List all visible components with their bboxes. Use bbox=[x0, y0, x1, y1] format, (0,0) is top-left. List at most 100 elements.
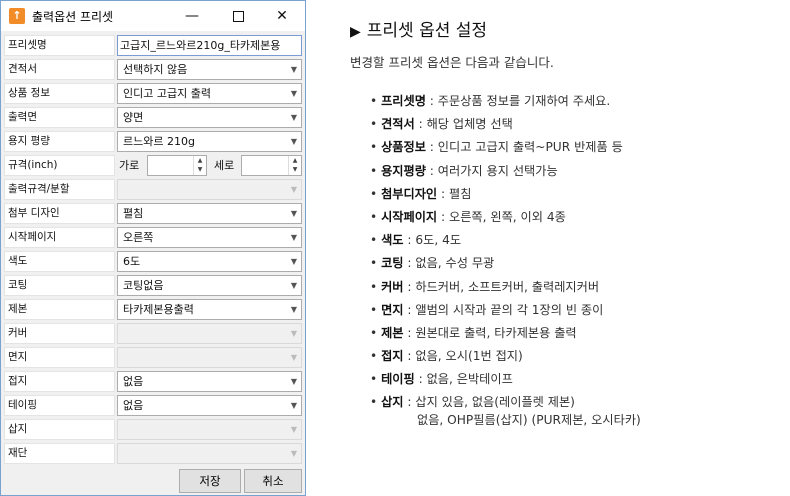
attach-design-select[interactable]: 펼침 ▼ bbox=[117, 203, 302, 224]
item-text: : 원본대로 출력, 타카제본용 출력 bbox=[403, 325, 577, 340]
product-info-value: 인디고 고급지 출력 bbox=[123, 87, 211, 100]
height-spinner[interactable]: ▲ ▼ bbox=[241, 155, 302, 176]
item-text: : 주문상품 정보를 기재하여 주세요. bbox=[425, 94, 611, 108]
chevron-down-icon: ▼ bbox=[290, 281, 297, 290]
chevron-down-icon: ▼ bbox=[290, 257, 297, 266]
endpaper-label: 면지 bbox=[4, 347, 115, 368]
print-side-value: 양면 bbox=[123, 111, 144, 124]
preset-name-input[interactable]: 고급지_르느와르210g_타카제본용 bbox=[117, 35, 302, 56]
cover-select[interactable]: ▼ bbox=[117, 323, 302, 344]
save-button[interactable]: 저장 bbox=[179, 469, 241, 493]
trim-select[interactable]: ▼ bbox=[117, 443, 302, 464]
height-label: 세로 bbox=[214, 159, 235, 172]
item-text: : 앨범의 시작과 끝의 각 1장의 빈 종이 bbox=[403, 302, 604, 317]
app-icon: ↑ bbox=[9, 8, 25, 24]
chevron-down-icon: ▼ bbox=[290, 233, 297, 242]
item-text: : 펼침 bbox=[437, 186, 472, 201]
list-item: • 프리셋명 : 주문상품 정보를 기재하여 주세요. bbox=[370, 94, 611, 108]
item-name: 삽지 bbox=[381, 395, 404, 410]
attach-design-label: 첨부 디자인 bbox=[4, 203, 115, 224]
chevron-down-icon: ▼ bbox=[290, 89, 297, 98]
item-name: 제본 bbox=[381, 325, 404, 340]
start-page-select[interactable]: 오른쪽 ▼ bbox=[117, 227, 302, 248]
preset-name-label: 프리셋명 bbox=[4, 35, 115, 56]
color-select[interactable]: 6도 ▼ bbox=[117, 251, 302, 272]
insert-label: 삽지 bbox=[4, 419, 115, 440]
binding-select[interactable]: 타카제본용출력 ▼ bbox=[117, 299, 302, 320]
insert-select[interactable]: ▼ bbox=[117, 419, 302, 440]
row-coating: 코팅 코팅없음 ▼ bbox=[4, 275, 302, 296]
list-item: • 시작페이지 : 오른쪽, 왼쪽, 이외 4종 bbox=[370, 209, 566, 224]
chevron-down-icon: ▼ bbox=[290, 353, 297, 362]
option-list: • 프리셋명 : 주문상품 정보를 기재하여 주세요. • 견적서 : 해당 업… bbox=[370, 90, 780, 415]
item-text: : 인디고 고급지 출력~PUR 반제품 등 bbox=[425, 140, 623, 155]
quote-value: 선택하지 않음 bbox=[123, 63, 188, 76]
item-name: 색도 bbox=[381, 233, 404, 248]
list-item: • 커버 : 하드커버, 소프트커버, 출력레지커버 bbox=[370, 279, 600, 294]
row-output-split: 출력규격/분할 ▼ bbox=[4, 179, 302, 200]
item-name: 코팅 bbox=[381, 256, 404, 271]
item-text: : 없음, 수성 무광 bbox=[403, 256, 495, 271]
window-title: 출력옵션 프리셋 bbox=[32, 9, 114, 24]
cancel-button[interactable]: 취소 bbox=[244, 469, 302, 493]
start-page-label: 시작페이지 bbox=[4, 227, 115, 248]
folding-label: 접지 bbox=[4, 371, 115, 392]
list-item-continuation: 없음, OHP필름(삽지) (PUR제본, 오시타카) bbox=[417, 413, 641, 427]
list-item: • 코팅 : 없음, 수성 무광 bbox=[370, 256, 495, 271]
list-item: • 접지 : 없음, 오시(1번 접지) bbox=[370, 349, 523, 364]
item-text: : 하드커버, 소프트커버, 출력레지커버 bbox=[403, 279, 600, 294]
item-text: : 없음, 은박테이프 bbox=[414, 372, 513, 387]
cover-label: 커버 bbox=[4, 323, 115, 344]
chevron-down-icon: ▼ bbox=[290, 425, 297, 434]
row-quote: 견적서 선택하지 않음 ▼ bbox=[4, 59, 302, 80]
minimize-button[interactable]: — bbox=[169, 1, 215, 31]
row-endpaper: 면지 ▼ bbox=[4, 347, 302, 368]
row-binding: 제본 타카제본용출력 ▼ bbox=[4, 299, 302, 320]
preset-dialog: ↑ 출력옵션 프리셋 — ✕ 프리셋명 고급지_르느와르210g_타카제본용 견… bbox=[0, 0, 306, 496]
print-side-label: 출력면 bbox=[4, 107, 115, 128]
endpaper-select[interactable]: ▼ bbox=[117, 347, 302, 368]
width-spinner[interactable]: ▲ ▼ bbox=[147, 155, 207, 176]
size-label: 규격(inch) bbox=[4, 155, 115, 176]
item-name: 용지평량 bbox=[381, 163, 426, 178]
chevron-down-icon: ▼ bbox=[290, 329, 297, 338]
chevron-down-icon: ▼ bbox=[290, 209, 297, 218]
chevron-down-icon: ▼ bbox=[290, 305, 297, 314]
spinner-arrows-icon: ▲ ▼ bbox=[193, 156, 206, 175]
chevron-down-icon: ▼ bbox=[290, 377, 297, 386]
item-text: : 오른쪽, 왼쪽, 이외 4종 bbox=[437, 209, 566, 224]
taping-select[interactable]: 없음 ▼ bbox=[117, 395, 302, 416]
close-button[interactable]: ✕ bbox=[259, 1, 305, 31]
trim-label: 재단 bbox=[4, 443, 115, 464]
coating-label: 코팅 bbox=[4, 275, 115, 296]
coating-select[interactable]: 코팅없음 ▼ bbox=[117, 275, 302, 296]
list-item: • 면지 : 앨범의 시작과 끝의 각 1장의 빈 종이 bbox=[370, 302, 604, 317]
chevron-down-icon: ▼ bbox=[290, 65, 297, 74]
item-name: 첨부디자인 bbox=[381, 186, 438, 201]
options-panel: ▶ 프리셋 옵션 설정 변경할 프리셋 옵션은 다음과 같습니다. • 프리셋명 … bbox=[330, 0, 790, 496]
maximize-button[interactable] bbox=[215, 1, 261, 31]
paper-weight-select[interactable]: 르느와르 210g ▼ bbox=[117, 131, 302, 152]
taping-label: 테이핑 bbox=[4, 395, 115, 416]
output-split-select[interactable]: ▼ bbox=[117, 179, 302, 200]
product-info-select[interactable]: 인디고 고급지 출력 ▼ bbox=[117, 83, 302, 104]
binding-value: 타카제본용출력 bbox=[123, 303, 194, 316]
row-print-side: 출력면 양면 ▼ bbox=[4, 107, 302, 128]
quote-select[interactable]: 선택하지 않음 ▼ bbox=[117, 59, 302, 80]
list-item: • 제본 : 원본대로 출력, 타카제본용 출력 bbox=[370, 325, 577, 340]
row-size: 규격(inch) 가로 ▲ ▼ 세로 ▲ ▼ bbox=[4, 155, 302, 176]
list-item: • 용지평량 : 여러가지 용지 선택가능 bbox=[370, 163, 558, 178]
list-item: • 상품정보 : 인디고 고급지 출력~PUR 반제품 등 bbox=[370, 140, 623, 155]
quote-label: 견적서 bbox=[4, 59, 115, 80]
item-name: 테이핑 bbox=[381, 372, 415, 387]
row-color: 색도 6도 ▼ bbox=[4, 251, 302, 272]
attach-design-value: 펼침 bbox=[123, 207, 144, 220]
binding-label: 제본 bbox=[4, 299, 115, 320]
item-text: : 여러가지 용지 선택가능 bbox=[425, 163, 558, 178]
output-split-label: 출력규격/분할 bbox=[4, 179, 115, 200]
chevron-down-icon: ▼ bbox=[290, 137, 297, 146]
maximize-icon bbox=[232, 10, 244, 22]
folding-select[interactable]: 없음 ▼ bbox=[117, 371, 302, 392]
item-text: : 없음, 오시(1번 접지) bbox=[403, 349, 523, 364]
print-side-select[interactable]: 양면 ▼ bbox=[117, 107, 302, 128]
